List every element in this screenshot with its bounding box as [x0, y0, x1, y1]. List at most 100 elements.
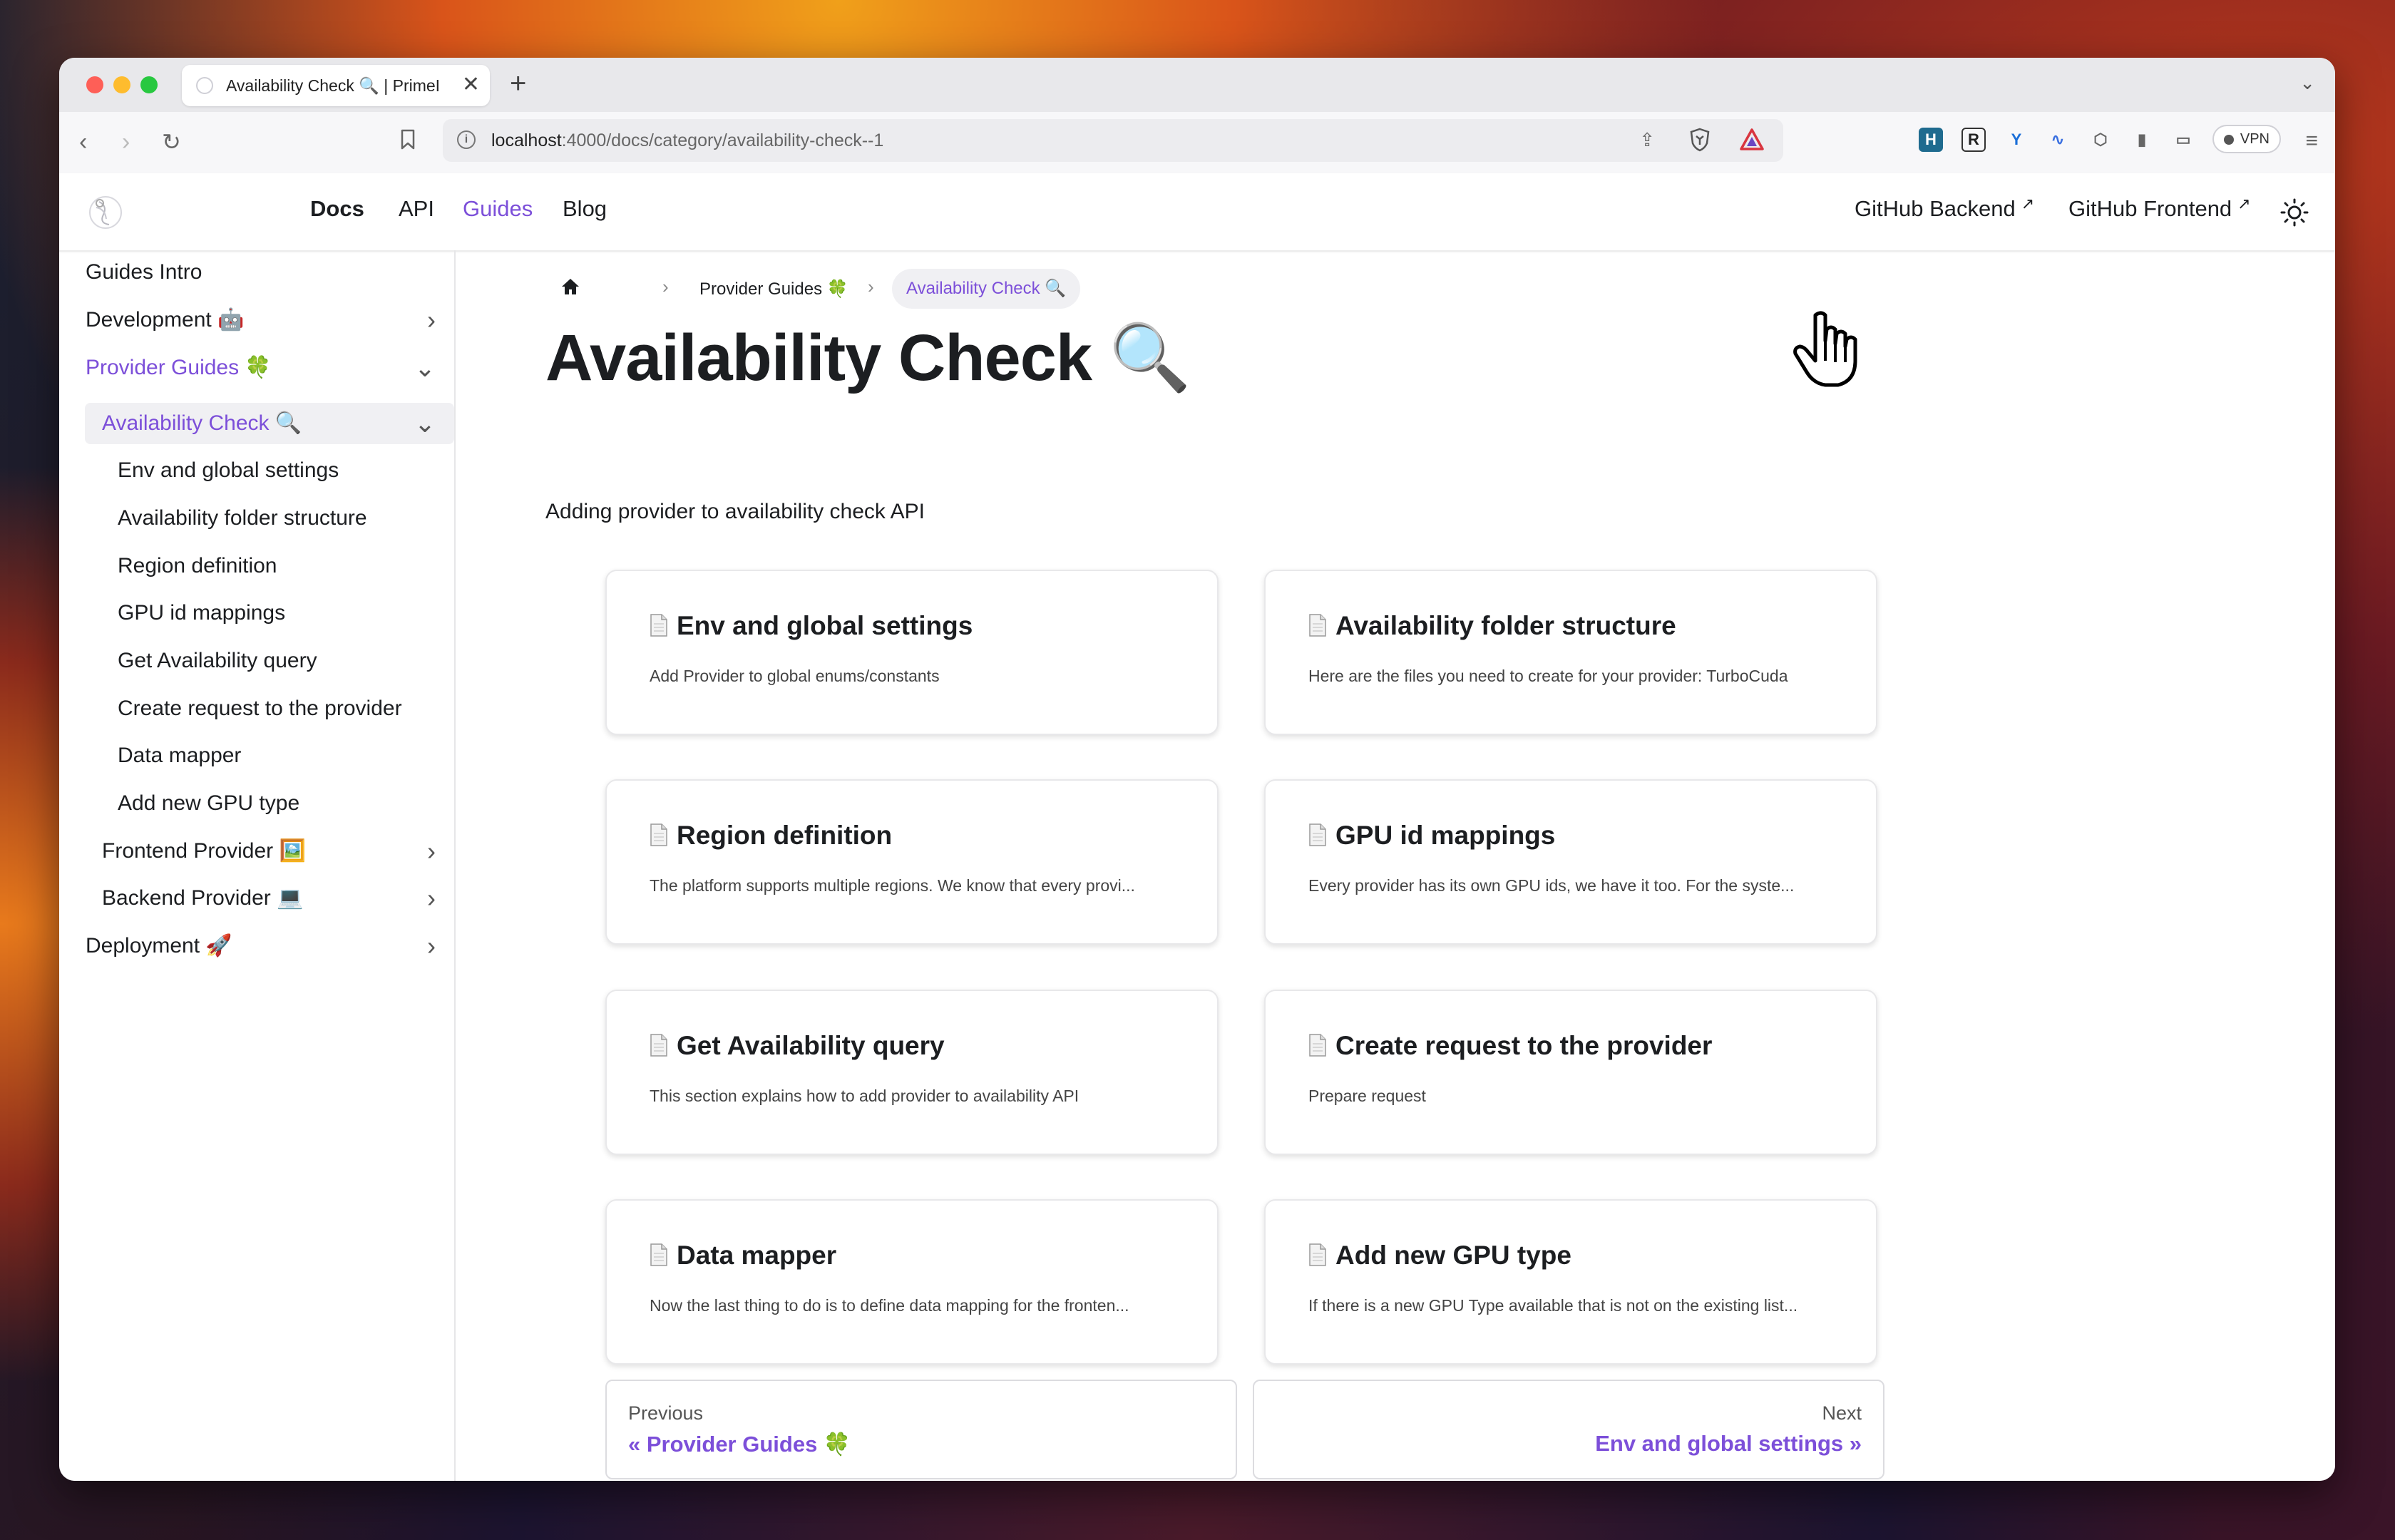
sidebar-item-frontend-provider[interactable]: Frontend Provider 🖼️ [102, 831, 306, 872]
nav-guides-link[interactable]: Guides [463, 196, 533, 222]
nav-blog-link[interactable]: Blog [563, 196, 607, 222]
card-description: The platform supports multiple regions. … [650, 876, 1135, 895]
document-icon [1309, 1034, 1326, 1057]
document-icon [1309, 1243, 1326, 1266]
breadcrumb-provider-guides[interactable]: Provider Guides 🍀 [699, 279, 848, 299]
back-button[interactable]: ‹ [79, 128, 87, 156]
site-logo-icon[interactable] [85, 192, 126, 233]
pagination-previous-sub: Previous [628, 1402, 704, 1424]
doc-card-get-availability-query[interactable]: Get Availability query This section expl… [605, 990, 1219, 1155]
pagination-previous[interactable]: Previous « Provider Guides 🍀 [605, 1380, 1237, 1479]
sidebar-item-add-gpu-type[interactable]: Add new GPU type [118, 783, 299, 824]
document-icon [650, 1034, 667, 1057]
bookmark-icon[interactable] [400, 129, 416, 150]
sidebar-item-guides-intro[interactable]: Guides Intro [86, 252, 202, 293]
extension-wave-icon[interactable]: ∿ [2046, 128, 2070, 152]
card-description: Prepare request [1308, 1087, 1426, 1105]
vpn-button[interactable]: VPN [2212, 125, 2281, 153]
doc-card-folder-structure[interactable]: Availability folder structure Here are t… [1264, 570, 1877, 735]
breadcrumb-separator-icon: › [662, 276, 669, 297]
sidebar-item-env-settings[interactable]: Env and global settings [118, 450, 339, 491]
card-title: Create request to the provider [1308, 1031, 1712, 1061]
home-icon[interactable] [560, 276, 581, 297]
browser-tab-active[interactable]: Availability Check 🔍 | PrimeIn ✕ [182, 65, 490, 106]
chevron-down-icon[interactable]: ⌄ [414, 403, 436, 444]
chevron-right-icon[interactable]: › [427, 831, 436, 872]
nav-api-link[interactable]: API [399, 196, 434, 222]
sidebar-item-deployment[interactable]: Deployment 🚀 [86, 925, 232, 967]
sidebar-item-region-definition[interactable]: Region definition [118, 545, 277, 587]
tab-title: Availability Check 🔍 | PrimeIn [226, 76, 440, 95]
document-icon [650, 614, 667, 637]
brave-rewards-icon[interactable] [1739, 128, 1765, 152]
browser-window: Availability Check 🔍 | PrimeIn ✕ + ⌄ ‹ ›… [59, 58, 2335, 1481]
extension-r-icon[interactable]: R [1961, 128, 1986, 152]
chevron-right-icon[interactable]: › [427, 299, 436, 341]
page-title: Availability Check 🔍 [545, 322, 1191, 394]
doc-card-gpu-id-mappings[interactable]: GPU id mappings Every provider has its o… [1264, 779, 1877, 945]
sun-icon[interactable] [2279, 197, 2309, 227]
sidebar-item-gpu-id-mappings[interactable]: GPU id mappings [118, 592, 285, 634]
minimize-window-button[interactable] [113, 76, 130, 93]
doc-card-region-definition[interactable]: Region definition The platform supports … [605, 779, 1219, 945]
sidebar-item-create-request[interactable]: Create request to the provider [118, 688, 402, 729]
card-description: Every provider has its own GPU ids, we h… [1308, 876, 1795, 895]
wallet-icon[interactable]: ▭ [2171, 128, 2195, 152]
forward-button[interactable]: › [122, 128, 130, 156]
card-description: Now the last thing to do is to define da… [650, 1296, 1129, 1315]
external-link-icon: ↗ [2237, 195, 2251, 212]
pagination-next-sub: Next [1822, 1402, 1862, 1424]
extensions-puzzle-icon[interactable]: ⬡ [2088, 128, 2113, 152]
close-tab-icon[interactable]: ✕ [462, 72, 480, 98]
hand-cursor-icon [1793, 311, 1857, 387]
pagination-previous-label: « Provider Guides 🍀 [628, 1432, 851, 1457]
card-description: This section explains how to add provide… [650, 1087, 1079, 1105]
card-title: Availability folder structure [1308, 611, 1676, 641]
card-description: Add Provider to global enums/constants [650, 667, 940, 685]
card-description: If there is a new GPU Type available tha… [1308, 1296, 1798, 1315]
zoom-window-button[interactable] [140, 76, 158, 93]
url-text[interactable]: localhost:4000/docs/category/availabilit… [491, 130, 883, 151]
card-title: Add new GPU type [1308, 1241, 1571, 1270]
github-backend-link[interactable]: GitHub Backend ↗ [1855, 195, 2034, 222]
site-info-icon[interactable]: i [457, 130, 476, 149]
browser-menu-icon[interactable]: ≡ [2305, 129, 2318, 153]
sidebar-toggle-icon[interactable]: ▮ [2130, 128, 2154, 152]
close-window-button[interactable] [86, 76, 103, 93]
document-icon [1309, 614, 1326, 637]
sidebar-item-backend-provider[interactable]: Backend Provider 💻 [102, 878, 303, 919]
chevron-down-icon[interactable]: ⌄ [414, 347, 436, 389]
tab-list-chevron-icon[interactable]: ⌄ [2299, 72, 2315, 94]
sidebar-item-folder-structure[interactable]: Availability folder structure [118, 498, 367, 539]
card-title: Region definition [650, 821, 892, 851]
sidebar-item-get-availability-query[interactable]: Get Availability query [118, 640, 317, 682]
doc-card-add-gpu-type[interactable]: Add new GPU type If there is a new GPU T… [1264, 1199, 1877, 1365]
chevron-right-icon[interactable]: › [427, 925, 436, 967]
brave-shields-icon[interactable] [1688, 128, 1712, 152]
github-frontend-link[interactable]: GitHub Frontend ↗ [2068, 195, 2251, 222]
sidebar-item-availability-check[interactable]: Availability Check 🔍 [102, 403, 302, 444]
breadcrumb-current: Availability Check 🔍 [892, 269, 1081, 309]
tab-strip: Availability Check 🔍 | PrimeIn ✕ + ⌄ [59, 58, 2335, 112]
sidebar-item-development[interactable]: Development 🤖 [86, 299, 244, 341]
document-icon [1309, 823, 1326, 846]
doc-card-data-mapper[interactable]: Data mapper Now the last thing to do is … [605, 1199, 1219, 1365]
chevron-right-icon[interactable]: › [427, 878, 436, 919]
reload-button[interactable]: ↻ [162, 128, 181, 156]
sidebar-item-provider-guides[interactable]: Provider Guides 🍀 [86, 347, 272, 389]
nav-docs-link[interactable]: Docs [310, 196, 364, 222]
extension-y-icon[interactable]: Y [2004, 128, 2029, 152]
new-tab-button[interactable]: + [510, 68, 526, 99]
card-title: Data mapper [650, 1241, 836, 1270]
site-navbar: Docs API Guides Blog GitHub Backend ↗ Git… [59, 173, 2335, 252]
card-title: Env and global settings [650, 611, 973, 641]
pagination-next[interactable]: Next Env and global settings » [1253, 1380, 1884, 1479]
extension-h-icon[interactable]: H [1919, 128, 1943, 152]
doc-card-env-settings[interactable]: Env and global settings Add Provider to … [605, 570, 1219, 735]
main-content: › Provider Guides 🍀 › Availability Check… [456, 250, 2335, 1481]
docs-sidebar: Guides Intro Development 🤖 › Provider Gu… [59, 250, 456, 1481]
share-icon[interactable]: ⇪ [1639, 129, 1655, 151]
sidebar-item-data-mapper[interactable]: Data mapper [118, 735, 241, 776]
address-bar[interactable]: i localhost:4000/docs/category/availabil… [443, 119, 1783, 162]
doc-card-create-request[interactable]: Create request to the provider Prepare r… [1264, 990, 1877, 1155]
